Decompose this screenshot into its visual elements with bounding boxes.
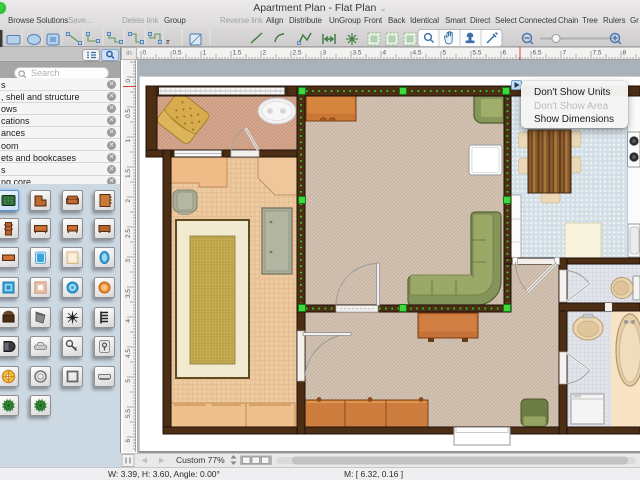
svg-text:0.5: 0.5	[173, 50, 182, 57]
svg-text:0: 0	[143, 50, 147, 57]
svg-text:1: 1	[125, 139, 132, 143]
svg-text:8: 8	[623, 50, 627, 57]
svg-text:4: 4	[125, 319, 132, 323]
svg-text:3: 3	[125, 259, 132, 263]
svg-text:5: 5	[443, 50, 447, 57]
svg-text:6.5: 6.5	[533, 50, 542, 57]
svg-text:2.5: 2.5	[293, 50, 302, 57]
svg-text:2: 2	[125, 199, 132, 203]
svg-text:2: 2	[263, 50, 267, 57]
svg-text:7.5: 7.5	[593, 50, 602, 57]
svg-text:6: 6	[503, 50, 507, 57]
svg-text:6: 6	[125, 439, 132, 443]
svg-text:1.5: 1.5	[233, 50, 242, 57]
svg-text:4: 4	[383, 50, 387, 57]
svg-text:3.5: 3.5	[353, 50, 362, 57]
svg-text:1: 1	[203, 50, 207, 57]
svg-text:3: 3	[323, 50, 327, 57]
svg-text:Custom 77%: Custom 77%	[176, 455, 225, 465]
svg-text:7: 7	[563, 50, 567, 57]
svg-text:5.5: 5.5	[473, 50, 482, 57]
svg-text:0: 0	[125, 79, 132, 83]
svg-text:0.5: 0.5	[125, 109, 132, 118]
svg-text:4.5: 4.5	[413, 50, 422, 57]
svg-text:5.5: 5.5	[125, 409, 132, 418]
svg-text:4.5: 4.5	[125, 349, 132, 358]
svg-text:5: 5	[125, 379, 132, 383]
svg-text:3.5: 3.5	[125, 289, 132, 298]
svg-text:1.5: 1.5	[125, 169, 132, 178]
svg-text:2.5: 2.5	[125, 229, 132, 238]
